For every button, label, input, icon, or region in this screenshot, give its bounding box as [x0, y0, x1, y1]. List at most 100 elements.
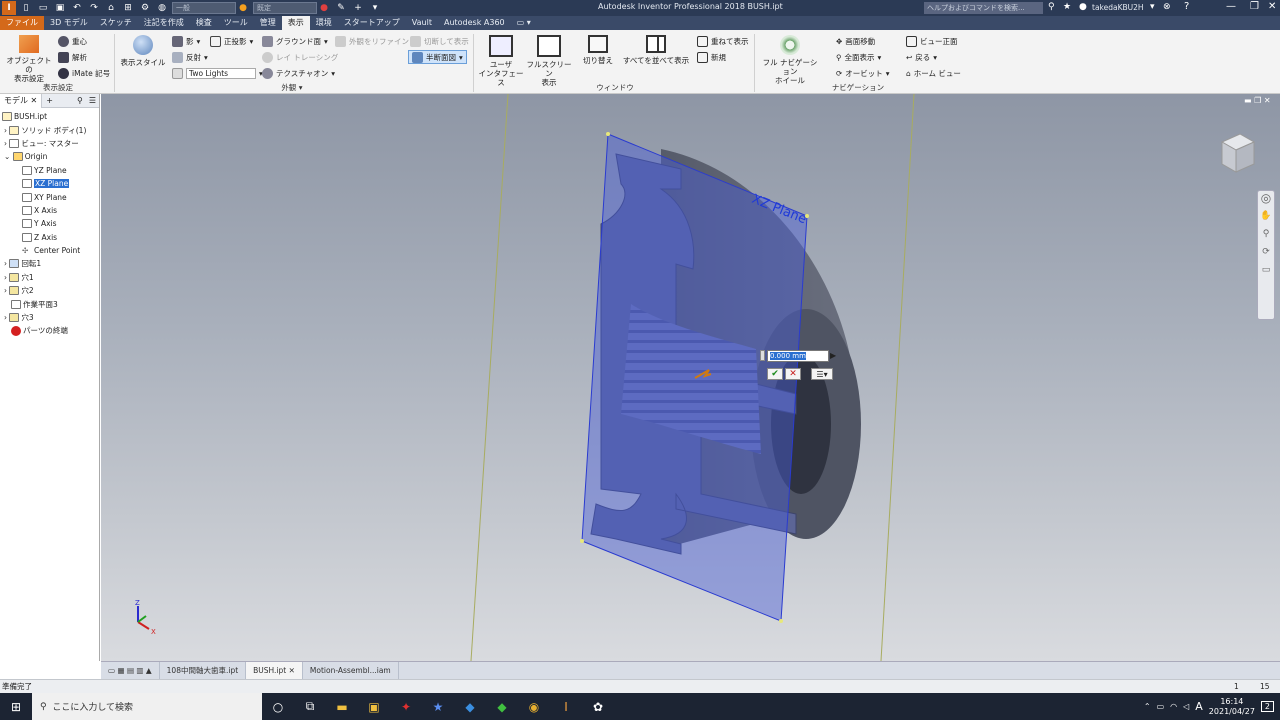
new-file-icon[interactable]: ▯ [19, 1, 33, 15]
refine-appearance-button[interactable]: 外観をリファイン [335, 34, 409, 48]
tab-file[interactable]: ファイル [0, 16, 44, 30]
navigation-wheel-button[interactable]: フル ナビゲーション ホイール [760, 35, 820, 85]
tree-item-x-axis[interactable]: X Axis [0, 204, 99, 217]
home-icon[interactable]: ⌂ [104, 1, 118, 15]
tree-item-yz-plane[interactable]: YZ Plane [0, 164, 99, 177]
close-icon[interactable]: ✕ [1268, 1, 1276, 12]
orbit-button[interactable]: ⟳ オービット ▾ [836, 66, 890, 80]
app-green-icon[interactable]: ◆ [486, 693, 518, 720]
qat-more-icon[interactable]: ▾ [368, 1, 382, 15]
tray-wifi-icon[interactable]: ◠ [1170, 702, 1177, 711]
windows-start-icon[interactable]: ⊞ [0, 693, 32, 720]
cascade-button[interactable]: 重ねて表示 [697, 34, 749, 48]
tree-item-origin[interactable]: ⌄ Origin [0, 150, 99, 163]
tree-item-hole2[interactable]: › 穴2 [0, 284, 99, 297]
plane-corner-handle[interactable] [606, 132, 610, 136]
tree-item-y-axis[interactable]: Y Axis [0, 217, 99, 230]
visual-style-button[interactable]: 表示スタイル [120, 35, 166, 67]
viewport-minimize-icon[interactable]: ▬ [1244, 96, 1252, 105]
cancel-x-icon[interactable]: ✕ [785, 368, 801, 380]
imate-glyph-button[interactable]: iMate 記号 [58, 66, 110, 80]
acrobat-icon[interactable]: ✦ [390, 693, 422, 720]
help-icon[interactable]: ? [1184, 1, 1189, 12]
exchange-icon[interactable]: ⊗ [1163, 2, 1171, 12]
object-visibility-button[interactable]: オブジェクトの 表示設定 [6, 35, 52, 83]
home-view-button[interactable]: ⌂ ホーム ビュー [906, 66, 961, 80]
tree-item-xz-plane[interactable]: XZ Plane [0, 177, 99, 190]
tree-item-solid-bodies[interactable]: › ソリッド ボディ(1) [0, 123, 99, 136]
app-star-icon[interactable]: ★ [422, 693, 454, 720]
options-menu-icon[interactable]: ☰▾ [811, 368, 833, 380]
select-icon[interactable]: ⊞ [121, 1, 135, 15]
mini-toolbar-grip-icon[interactable] [760, 350, 765, 361]
browser-tab-model[interactable]: モデル ✕ [0, 93, 43, 108]
undo-icon[interactable]: ↶ [70, 1, 84, 15]
tab-view[interactable]: 表示 [281, 16, 310, 30]
expand-icon[interactable]: › [4, 313, 7, 322]
inventor-taskbar-icon[interactable]: I [550, 693, 582, 720]
fullscreen-button[interactable]: フルスクリーン 表示 [526, 35, 572, 87]
app-menu-icon[interactable]: I [2, 1, 16, 15]
previous-view-button[interactable]: ↩ 戻る ▾ [906, 50, 937, 64]
expand-icon[interactable]: › [4, 126, 7, 135]
switch-window-button[interactable]: 切り替え [578, 35, 618, 65]
tree-item-hole1[interactable]: › 穴1 [0, 271, 99, 284]
tab-vault[interactable]: Vault [406, 16, 438, 30]
arrange-all-button[interactable]: すべてを並べて表示 [622, 35, 690, 65]
doc-tab-bush[interactable]: BUSH.ipt ✕ [246, 661, 303, 680]
pan-button[interactable]: ✥ 画面移動 [836, 34, 875, 48]
graphics-viewport[interactable]: XZ Plane Z X 0.000 mm ▶ ✔ ✕ ☰▾ ◎ ✋ ⚲ ⟳ ▭ [101, 94, 1280, 661]
cortana-icon[interactable]: ○ [262, 693, 294, 720]
task-view-icon[interactable]: ⧉ [294, 693, 326, 720]
tab-tools[interactable]: ツール [218, 16, 254, 30]
zoom-all-button[interactable]: ⚲ 全面表示 ▾ [836, 50, 881, 64]
tray-chevron-icon[interactable]: ⌃ [1144, 702, 1151, 711]
layout-icon[interactable]: ▭ ▦ ▤ ▥ ▲ [101, 661, 160, 680]
notification-center-icon[interactable]: 2 [1260, 701, 1274, 712]
tab-3d-model[interactable]: 3D モデル [44, 16, 94, 30]
expand-icon[interactable]: › [4, 139, 7, 148]
taskbar-search-input[interactable]: ⚲ ここに入力して検索 [32, 693, 262, 720]
style-dropdown[interactable]: 一般 [172, 2, 236, 14]
user-icon[interactable]: ● [1079, 2, 1087, 12]
tab-extra-icon[interactable]: ▭ ▾ [511, 16, 537, 30]
nav-look-icon[interactable]: ▭ [1258, 265, 1274, 283]
reflection-button[interactable]: 反射 ▾ [172, 50, 208, 64]
new-window-button[interactable]: 新規 [697, 50, 726, 64]
taskbar-clock[interactable]: 16:14 2021/04/27 [1209, 697, 1255, 717]
app-misc-icon[interactable]: ✿ [582, 693, 614, 720]
browser-search-icon[interactable]: ⚲ [74, 96, 86, 105]
save-icon[interactable]: ▣ [53, 1, 67, 15]
doc-tab-gear[interactable]: 108中間軸大歯車.ipt [160, 661, 247, 680]
texture-button[interactable]: テクスチャオン ▾ [262, 66, 335, 80]
tray-network-icon[interactable]: ▭ [1157, 702, 1165, 711]
analysis-button[interactable]: 解析 [58, 50, 87, 64]
half-section-button[interactable]: 半断面図 ▾ [408, 50, 467, 64]
measure-icon[interactable]: ✎ [334, 1, 348, 15]
binoculars-icon[interactable]: ⚲ [1048, 2, 1055, 12]
tree-item-center-point[interactable]: ✣ Center Point [0, 244, 99, 257]
minimize-icon[interactable]: — [1226, 1, 1236, 12]
expand-icon[interactable]: › [4, 273, 7, 282]
material-icon[interactable]: ● [317, 1, 331, 15]
app-blue-icon[interactable]: ◆ [454, 693, 486, 720]
help-search-input[interactable]: ヘルプおよびコマンドを検索... [924, 2, 1043, 14]
redo-icon[interactable]: ↷ [87, 1, 101, 15]
user-name[interactable]: takedaKBU2H [1092, 3, 1144, 12]
ground-plane-button[interactable]: グラウンド面 ▾ [262, 34, 328, 48]
plus-icon[interactable]: + [351, 1, 365, 15]
viewport-restore-icon[interactable]: ❐ [1254, 96, 1261, 105]
offset-value-input[interactable]: 0.000 mm [767, 349, 829, 362]
tree-item-view[interactable]: › ビュー: マスター [0, 137, 99, 150]
file-explorer-icon[interactable]: ▬ [326, 693, 358, 720]
collapse-icon[interactable]: ⌄ [4, 152, 10, 161]
view-cube[interactable] [1214, 130, 1260, 176]
tree-item-work-plane3[interactable]: 作業平面3 [0, 297, 99, 310]
ime-indicator[interactable]: A [1195, 700, 1203, 713]
shadow-button[interactable]: 影 ▾ [172, 34, 200, 48]
lighting-dropdown[interactable]: Two Lights ▾ [172, 66, 263, 80]
doc-tab-close-icon[interactable]: ✕ [289, 666, 295, 675]
update-icon[interactable]: ⚙ [138, 1, 152, 15]
tree-item-hole3[interactable]: › 穴3 [0, 311, 99, 324]
doc-tab-motion[interactable]: Motion-Assembl...iam [303, 661, 399, 680]
